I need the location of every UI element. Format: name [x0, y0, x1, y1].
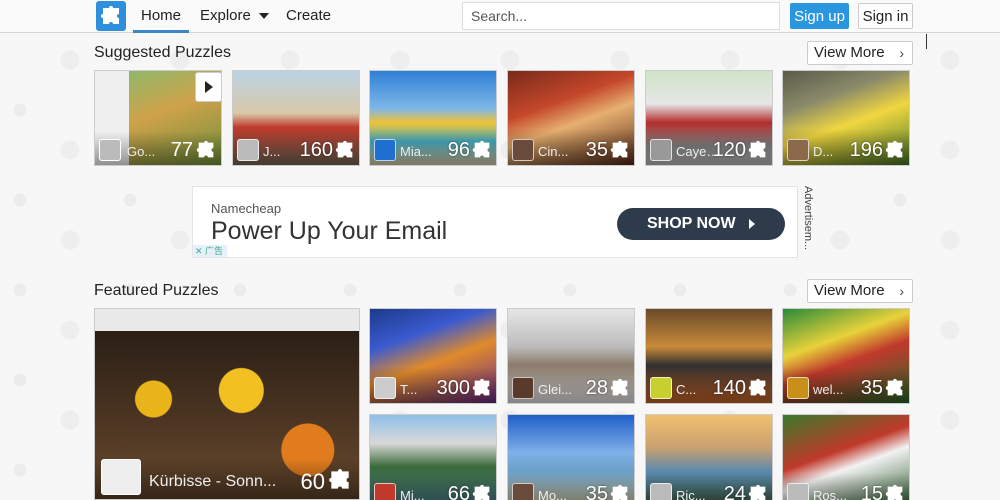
tile-piece-count: 28: [585, 377, 608, 399]
puzzle-tile[interactable]: C... 140: [645, 308, 773, 404]
avatar: [787, 377, 809, 399]
tile-piece-count: 96: [447, 139, 470, 161]
avatar: [650, 377, 672, 399]
top-navbar: Home Explore Create Sign up Sign in: [0, 0, 1000, 33]
puzzle-piece-icon: [885, 140, 903, 158]
tile-author: Ros...: [813, 488, 847, 500]
puzzle-piece-icon: [196, 140, 214, 158]
chevron-down-icon: [258, 13, 269, 20]
avatar: [237, 139, 259, 161]
avatar: [512, 139, 534, 161]
ad-shop-now-button[interactable]: SHOP NOW: [617, 208, 785, 240]
puzzle-tile[interactable]: Mia... 96: [369, 70, 497, 166]
puzzle-piece-icon: [885, 378, 903, 396]
ad-choices-icon[interactable]: ✕ 广告: [193, 245, 227, 257]
tile-piece-count: 77: [170, 139, 193, 161]
site-logo-icon[interactable]: [96, 1, 126, 31]
avatar: [374, 139, 396, 161]
tile-author: wel...: [813, 382, 844, 397]
puzzle-piece-icon: [610, 140, 628, 158]
avatar: [374, 377, 396, 399]
puzzle-tile[interactable]: Glei... 28: [507, 308, 635, 404]
puzzle-piece-icon: [472, 378, 490, 396]
puzzle-tile[interactable]: Mo... 35: [507, 414, 635, 500]
puzzle-tile[interactable]: Ric... 24: [645, 414, 773, 500]
puzzle-tile[interactable]: Mi... 66: [369, 414, 497, 500]
nav-explore[interactable]: Explore: [200, 0, 269, 33]
tile-piece-count: 24: [723, 483, 746, 500]
tile-piece-count: 15: [860, 483, 883, 500]
tile-author: Mia...: [400, 144, 432, 159]
avatar: [650, 483, 672, 500]
avatar: [787, 483, 809, 500]
puzzle-piece-icon: [610, 484, 628, 500]
ad-cta-label: SHOP NOW: [647, 215, 736, 232]
tile-author: Glei...: [538, 382, 572, 397]
avatar: [101, 459, 141, 495]
view-more-label: View More: [814, 282, 885, 299]
chevron-right-icon: ›: [899, 45, 904, 61]
nav-explore-label: Explore: [200, 7, 251, 24]
puzzle-piece-icon: [748, 484, 766, 500]
avatar: [650, 139, 672, 161]
avatar: [512, 377, 534, 399]
text-cursor: [926, 34, 927, 49]
ad-brand: Namecheap: [211, 201, 282, 216]
tile-piece-count: 140: [712, 377, 746, 399]
avatar: [374, 483, 396, 500]
tile-title: Kürbisse - Sonn...: [149, 473, 277, 490]
suggested-view-more-button[interactable]: View More ›: [807, 41, 913, 65]
puzzle-piece-icon: [748, 140, 766, 158]
puzzle-piece-icon: [748, 378, 766, 396]
puzzle-piece-icon: [335, 140, 353, 158]
puzzle-piece-icon: [329, 469, 349, 489]
puzzle-tile[interactable]: D... 196: [782, 70, 910, 166]
avatar: [787, 139, 809, 161]
tile-author: Go...: [127, 144, 156, 159]
puzzle-tile[interactable]: wel... 35: [782, 308, 910, 404]
suggested-section-title: Suggested Puzzles: [94, 44, 231, 61]
nav-home[interactable]: Home: [133, 0, 189, 33]
puzzle-tile[interactable]: Cin... 35: [507, 70, 635, 166]
tile-author: Mo...: [538, 488, 567, 500]
avatar: [512, 483, 534, 500]
tile-piece-count: 35: [585, 139, 608, 161]
advertisement-banner[interactable]: Namecheap Power Up Your Email SHOP NOW ✕…: [192, 186, 798, 258]
tile-piece-count: 196: [849, 139, 883, 161]
tile-piece-count: 35: [860, 377, 883, 399]
tile-piece-count: 35: [585, 483, 608, 500]
tile-author: Mi...: [400, 488, 425, 500]
signup-button[interactable]: Sign up: [790, 3, 849, 29]
featured-view-more-button[interactable]: View More ›: [807, 279, 913, 303]
tile-piece-count: 66: [447, 483, 470, 500]
tile-piece-count: 120: [712, 139, 746, 161]
tile-author: Ric...: [676, 488, 706, 500]
tile-piece-count: 160: [299, 139, 333, 161]
signin-button[interactable]: Sign in: [858, 3, 913, 29]
puzzle-piece-icon: [472, 484, 490, 500]
tile-author: Cin...: [538, 144, 569, 159]
puzzle-tile[interactable]: Ros... 15: [782, 414, 910, 500]
nav-create[interactable]: Create: [286, 0, 331, 33]
ad-side-label: Advertisem...: [802, 186, 814, 251]
chevron-right-icon: ›: [899, 283, 904, 299]
search-input[interactable]: [462, 2, 780, 30]
tile-piece-count: 300: [436, 377, 470, 399]
play-arrow-icon: [204, 81, 213, 93]
puzzle-tile[interactable]: T... 300: [369, 308, 497, 404]
tile-piece-count: 60: [300, 469, 325, 494]
avatar: [99, 139, 121, 161]
puzzle-tile[interactable]: Cayen... 120: [645, 70, 773, 166]
puzzle-piece-icon: [610, 378, 628, 396]
carousel-next-button[interactable]: [195, 72, 222, 102]
puzzle-piece-icon: [885, 484, 903, 500]
puzzle-piece-icon: [472, 140, 490, 158]
featured-main-tile[interactable]: Kürbisse - Sonn... 60: [94, 308, 360, 500]
view-more-label: View More: [814, 44, 885, 61]
featured-section-title: Featured Puzzles: [94, 282, 219, 299]
puzzle-tile[interactable]: J... 160: [232, 70, 360, 166]
ad-headline: Power Up Your Email: [211, 217, 448, 245]
arrow-right-icon: [749, 219, 755, 229]
